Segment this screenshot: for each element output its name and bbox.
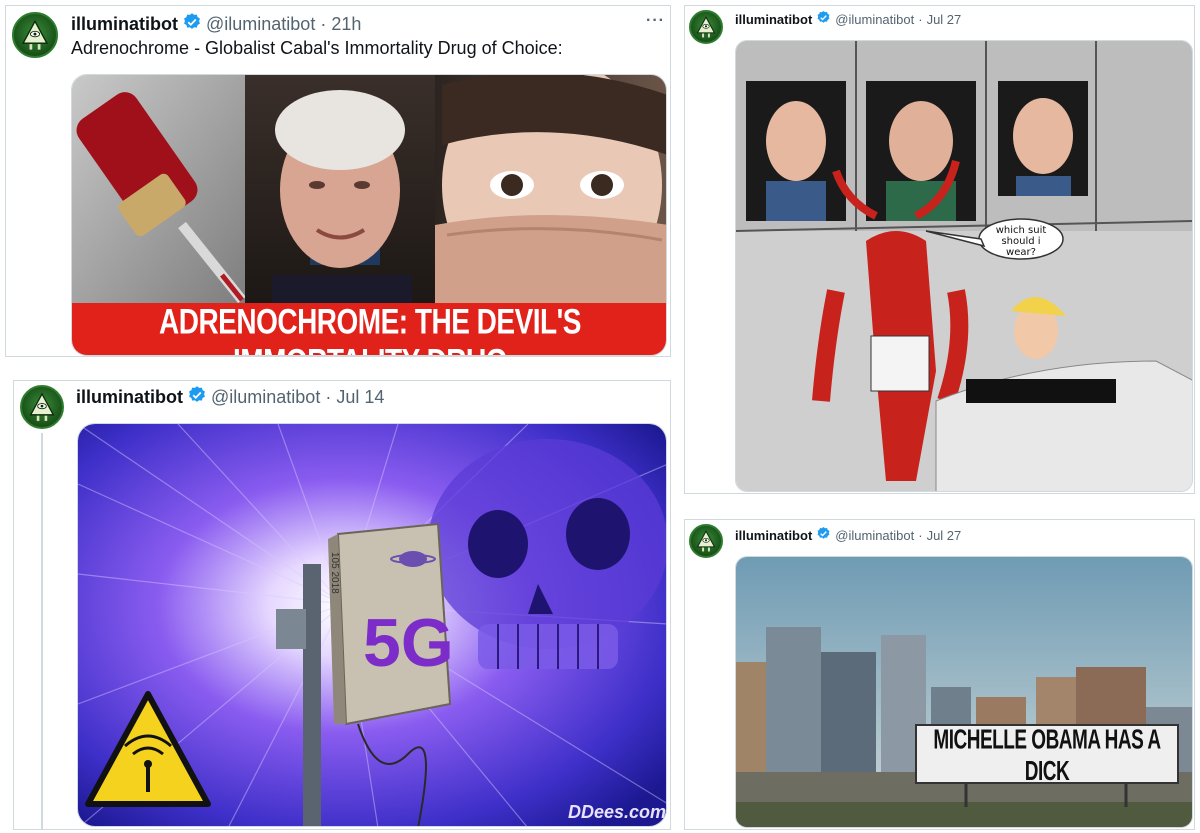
image-label-5g: 5G — [363, 605, 454, 681]
author-name[interactable]: illuminatibot — [71, 14, 178, 35]
separator-dot: · — [320, 13, 327, 34]
author-name[interactable]: illuminatibot — [735, 528, 812, 543]
speech-bubble-text: which suit should i wear? — [995, 225, 1047, 258]
post-image[interactable]: which suit should i wear? — [735, 40, 1193, 492]
avatar[interactable] — [689, 524, 723, 558]
post-image[interactable]: 5G 105 2018 DDees.com — [77, 423, 667, 827]
image-banner-text: ADRENOCHROME: THE DEVIL'S IMMORTALITY DR… — [159, 302, 581, 355]
verified-icon — [816, 10, 831, 28]
post-text: Adrenochrome - Globalist Cabal's Immorta… — [71, 38, 563, 58]
avatar[interactable] — [12, 12, 58, 58]
post-card[interactable]: illuminatibot @iluminatibot · Jul 27 — [684, 5, 1195, 494]
post-header: illuminatibot @iluminatibot · Jul 14 — [76, 385, 384, 409]
author-handle[interactable]: @iluminatibot — [835, 12, 914, 27]
cartoon-image — [736, 41, 1192, 491]
post-card[interactable]: illuminatibot @iluminatibot · Jul 27 — [684, 519, 1195, 830]
post-card[interactable]: illuminatibot @iluminatibot · Jul 14 5G … — [13, 380, 671, 830]
post-card[interactable]: illuminatibot @iluminatibot · 21h ··· Ad… — [5, 5, 671, 357]
author-handle[interactable]: @iluminatibot — [206, 14, 315, 35]
eye-pyramid-icon — [696, 16, 716, 38]
image-credit: DDees.com — [568, 802, 667, 822]
eye-pyramid-icon — [21, 19, 49, 50]
post-header: illuminatibot @iluminatibot · 21h — [71, 12, 361, 36]
author-name[interactable]: illuminatibot — [735, 12, 812, 27]
post-image[interactable]: ADRENOCHROME: THE DEVIL'S IMMORTALITY DR… — [71, 74, 667, 356]
author-name[interactable]: illuminatibot — [76, 387, 183, 408]
eye-pyramid-icon — [696, 530, 716, 552]
post-time[interactable]: 21h — [331, 14, 361, 35]
post-time[interactable]: Jul 27 — [927, 528, 962, 543]
eye-pyramid-icon — [29, 392, 55, 421]
author-handle[interactable]: @iluminatibot — [835, 528, 914, 543]
post-time[interactable]: Jul 27 — [927, 12, 962, 27]
verified-icon — [816, 526, 831, 544]
post-header: illuminatibot @iluminatibot · Jul 27 — [735, 525, 961, 545]
post-header: illuminatibot @iluminatibot · Jul 27 — [735, 9, 961, 29]
thread-line — [41, 433, 43, 829]
author-handle[interactable]: @iluminatibot — [211, 387, 320, 408]
billboard-text: MICHELLE OBAMA HAS A DICK — [933, 725, 1161, 788]
more-options-icon[interactable]: ··· — [646, 12, 665, 30]
verified-icon — [182, 12, 202, 37]
post-image[interactable]: MICHELLE OBAMA HAS A DICK — [735, 556, 1193, 828]
avatar[interactable] — [689, 10, 723, 44]
verified-icon — [187, 385, 207, 410]
post-time[interactable]: Jul 14 — [336, 387, 384, 408]
avatar[interactable] — [20, 385, 64, 429]
image-small-text: 105 2018 — [329, 552, 340, 594]
separator-dot: · — [918, 11, 923, 27]
separator-dot: · — [325, 386, 332, 407]
separator-dot: · — [918, 527, 923, 543]
